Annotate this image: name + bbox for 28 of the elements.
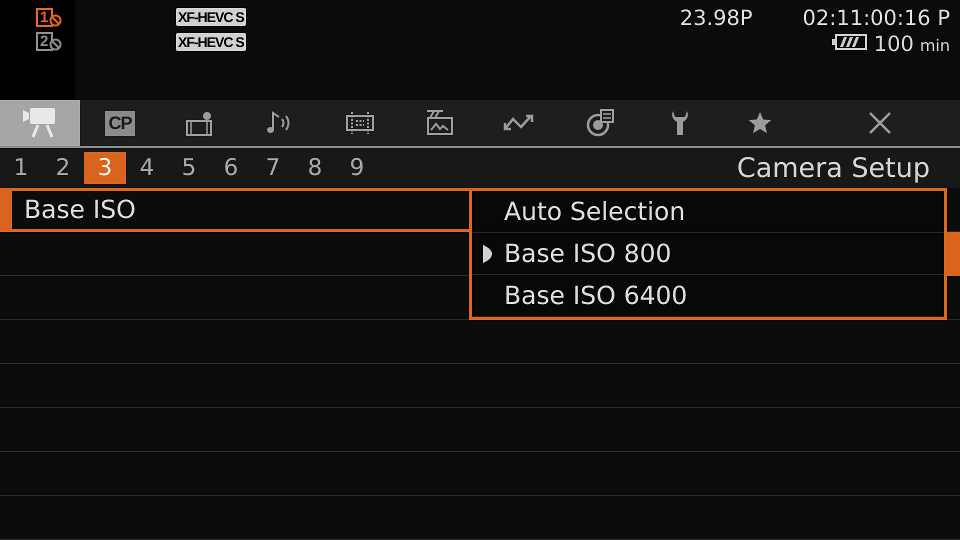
timecode: 02:11:00:16 P: [802, 5, 950, 32]
page-number[interactable]: 4: [126, 152, 168, 184]
star-icon: [747, 110, 773, 136]
battery-remaining: 100: [874, 32, 914, 56]
menu-tab[interactable]: CP: [80, 100, 160, 146]
close-icon: [868, 111, 892, 135]
tab-label: CP: [105, 110, 134, 136]
recording-format-label: XF-HEVC S: [176, 8, 246, 26]
page-number[interactable]: 5: [168, 152, 210, 184]
wrench-icon: [669, 109, 691, 137]
option-item[interactable]: Auto Selection: [472, 191, 944, 233]
page-number[interactable]: 2: [42, 152, 84, 184]
page-number[interactable]: 7: [252, 152, 294, 184]
battery-icon: [832, 33, 868, 51]
page-title: Camera Setup: [736, 152, 931, 184]
page-number[interactable]: 9: [336, 152, 378, 184]
frame-rate: 23.98P: [680, 5, 753, 32]
page-number[interactable]: 6: [210, 152, 252, 184]
frame-grid-icon: [345, 110, 375, 136]
option-item[interactable]: Base ISO 800: [472, 233, 944, 275]
disc-list-icon: [585, 108, 615, 138]
waveform-monitor-icon: [425, 109, 455, 137]
current-value-marker-icon: [482, 244, 492, 264]
option-item[interactable]: Base ISO 6400: [472, 275, 944, 317]
recording-format-label: XF-HEVC S: [176, 33, 246, 51]
battery-unit: min: [920, 36, 950, 55]
page-number[interactable]: 1: [0, 152, 42, 184]
page-number[interactable]: 8: [294, 152, 336, 184]
